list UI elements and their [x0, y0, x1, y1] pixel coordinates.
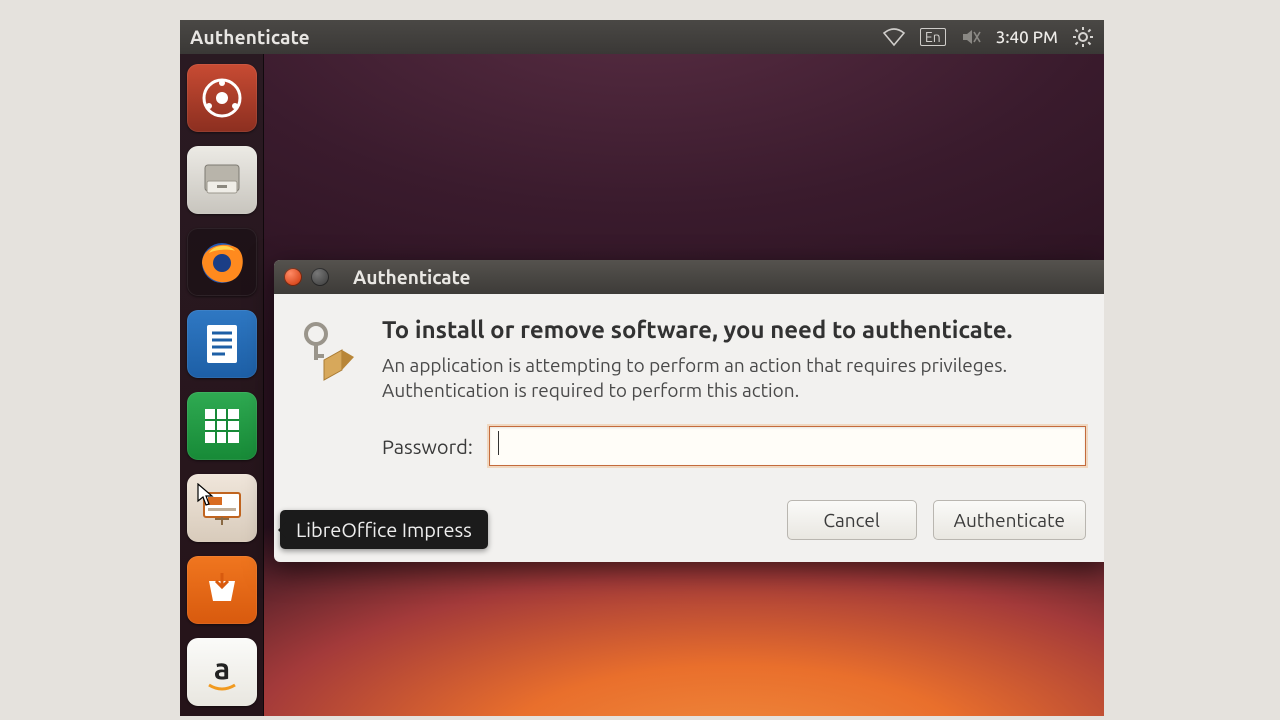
dialog-titlebar[interactable]: Authenticate: [274, 260, 1104, 294]
password-label: Password:: [382, 435, 473, 458]
calc-icon[interactable]: [187, 392, 257, 460]
writer-icon[interactable]: [187, 310, 257, 378]
dialog-heading: To install or remove software, you need …: [382, 316, 1086, 343]
authenticate-button[interactable]: Authenticate: [933, 500, 1086, 540]
firefox-icon[interactable]: [187, 228, 257, 296]
unity-launcher: a: [180, 54, 264, 716]
dialog-title: Authenticate: [353, 266, 470, 288]
keyboard-indicator[interactable]: En: [920, 28, 946, 46]
keys-icon: [296, 316, 368, 466]
software-center-icon[interactable]: [187, 556, 257, 624]
gear-icon[interactable]: [1072, 26, 1094, 48]
close-icon[interactable]: [284, 268, 302, 286]
clock[interactable]: 3:40 PM: [996, 28, 1058, 47]
dialog-description: An application is attempting to perform …: [382, 353, 1086, 402]
launcher-tooltip: LibreOffice Impress: [280, 510, 488, 549]
sound-icon[interactable]: [960, 28, 982, 46]
password-input[interactable]: [489, 426, 1086, 466]
dash-icon[interactable]: [187, 64, 257, 132]
indicator-area: En 3:40 PM: [882, 26, 1094, 48]
menubar-title: Authenticate: [190, 26, 310, 48]
minimize-icon[interactable]: [311, 268, 329, 286]
svg-text:a: a: [214, 651, 230, 685]
cancel-button[interactable]: Cancel: [787, 500, 917, 540]
network-icon[interactable]: [882, 27, 906, 47]
top-menubar: Authenticate En 3:40 PM: [180, 20, 1104, 54]
amazon-icon[interactable]: a: [187, 638, 257, 706]
cursor-icon: [197, 483, 215, 507]
files-icon[interactable]: [187, 146, 257, 214]
